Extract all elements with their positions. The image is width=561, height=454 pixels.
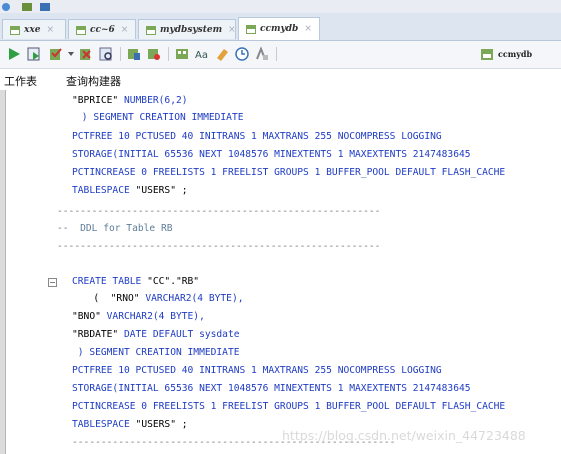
code-line: PCTFREE 10 PCTUSED 40 INITRANS 1 MAXTRAN…: [72, 131, 442, 142]
code-line: STORAGE(INITIAL 65536 NEXT 1048576 MINEX…: [72, 149, 471, 160]
tab-mydbsystem[interactable]: mydbsystem ×: [138, 19, 236, 39]
chevron-down-icon[interactable]: [66, 46, 76, 62]
code-line: PCTINCREASE 0 FREELISTS 1 FREELIST GROUP…: [72, 401, 506, 412]
explain-plan-icon[interactable]: [126, 46, 142, 62]
code-line: "RBDATE" DATE DEFAULT sysdate: [72, 329, 240, 340]
sql-editor[interactable]: − "BPRICE" NUMBER(6,2) ) SEGMENT CREATIO…: [6, 90, 561, 454]
tab-label: cc~6: [90, 24, 115, 35]
tab-label: mydbsystem: [160, 24, 223, 35]
tab-xxe[interactable]: xxe ×: [2, 19, 66, 39]
database-icon: [9, 24, 21, 36]
code-line: "BPRICE" NUMBER(6,2): [72, 95, 188, 106]
sql-tuning-icon[interactable]: [146, 46, 162, 62]
code-line: ----------------------------------------…: [57, 206, 381, 217]
code-line: CREATE TABLE "CC"."RB": [72, 276, 200, 287]
connection-label: ccmydb: [498, 48, 533, 59]
toolbar-separator: [168, 47, 169, 61]
code-line: ) SEGMENT CREATION IMMEDIATE: [76, 112, 244, 123]
database-icon: [481, 48, 493, 60]
title-bar: [0, 0, 561, 13]
editor-subtabs: 工作表 查询构建器: [0, 70, 561, 91]
code-line: ) SEGMENT CREATION IMMEDIATE: [72, 347, 240, 358]
watermark: https://blog.csdn.net/weixin_44723488: [282, 428, 526, 443]
fold-toggle-icon[interactable]: −: [48, 278, 57, 287]
code-line: ( "RNO" VARCHAR2(4 BYTE),: [76, 293, 244, 304]
database-icon: [75, 24, 87, 36]
close-icon[interactable]: ×: [304, 24, 312, 34]
code-line: PCTINCREASE 0 FREELISTS 1 FREELIST GROUP…: [72, 167, 506, 178]
tab-ccmydb[interactable]: ccmydb ×: [238, 17, 320, 40]
worksheet-tabs: xxe × cc~6 × mydbsystem × ccmydb ×: [0, 13, 561, 41]
rollback-icon[interactable]: [78, 46, 94, 62]
close-icon[interactable]: ×: [228, 25, 236, 35]
run-script-icon[interactable]: [26, 46, 42, 62]
database-icon: [145, 24, 157, 36]
database-icon: [245, 23, 257, 35]
toolbar-separator: [276, 47, 277, 61]
code-line: ----------------------------------------…: [57, 241, 381, 252]
tab-cc6[interactable]: cc~6 ×: [68, 19, 136, 39]
autotrace-icon[interactable]: [98, 46, 114, 62]
tab-label: xxe: [24, 24, 41, 35]
toolbar-separator: [120, 47, 121, 61]
to-uppercase-icon[interactable]: Aa: [194, 46, 210, 62]
connection-selector[interactable]: ccmydb: [480, 43, 555, 64]
clear-icon[interactable]: [174, 46, 190, 62]
code-line: -- DDL for Table RB: [57, 223, 173, 234]
tab-worksheet[interactable]: 工作表: [4, 73, 37, 89]
tab-query-builder[interactable]: 查询构建器: [66, 73, 121, 89]
tab-label: ccmydb: [260, 24, 299, 34]
svg-text:Aa: Aa: [195, 50, 208, 61]
code-line: PCTFREE 10 PCTUSED 40 INITRANS 1 MAXTRAN…: [72, 365, 442, 376]
close-icon[interactable]: ×: [121, 25, 129, 35]
worksheet-toolbar: Aa: [0, 41, 561, 69]
format-icon[interactable]: [254, 46, 270, 62]
eraser-icon[interactable]: [214, 46, 230, 62]
commit-icon[interactable]: [48, 46, 64, 62]
code-line: STORAGE(INITIAL 65536 NEXT 1048576 MINEX…: [72, 383, 471, 394]
code-line: TABLESPACE "USERS" ;: [72, 185, 188, 196]
code-line: "BNO" VARCHAR2(4 BYTE),: [72, 311, 205, 322]
run-statement-icon[interactable]: [6, 46, 22, 62]
close-icon[interactable]: ×: [46, 25, 54, 35]
history-icon[interactable]: [234, 46, 250, 62]
code-line: TABLESPACE "USERS" ;: [72, 419, 188, 430]
